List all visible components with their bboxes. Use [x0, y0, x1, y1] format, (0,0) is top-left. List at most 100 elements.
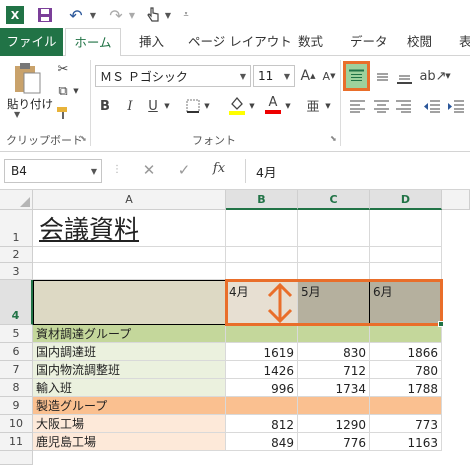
cell-d1[interactable]	[370, 210, 442, 247]
tab-insert[interactable]: 挿入	[137, 28, 166, 56]
cell-c1[interactable]	[298, 210, 370, 247]
column-header-a[interactable]: A	[33, 190, 226, 210]
cell-a3[interactable]	[33, 263, 226, 280]
fill-color-icon[interactable]	[226, 94, 248, 116]
orientation-icon[interactable]: ab↗	[419, 66, 446, 86]
enter-icon[interactable]: ✓	[175, 161, 193, 181]
row-header-11[interactable]: 11	[0, 433, 33, 451]
cut-icon[interactable]: ✂	[54, 60, 72, 78]
tab-home[interactable]: ホーム	[65, 28, 121, 57]
font-color-icon[interactable]: A	[263, 94, 283, 116]
undo-icon[interactable]: ↶	[66, 6, 86, 25]
cell-d9[interactable]	[370, 397, 442, 415]
row-header-8[interactable]: 8	[0, 379, 33, 397]
tab-formulas[interactable]: 数式	[296, 28, 325, 56]
copy-dropdown-icon[interactable]: ▼	[72, 82, 80, 100]
align-center-icon[interactable]	[372, 96, 390, 116]
cell-d11[interactable]: 1163	[370, 433, 442, 451]
fill-color-dropdown-icon[interactable]: ▼	[248, 96, 256, 116]
row-header-3[interactable]: 3	[0, 263, 33, 280]
underline-dropdown-icon[interactable]: ▼	[163, 96, 171, 116]
cell-b5[interactable]	[226, 325, 298, 343]
cell-b7[interactable]: 1426	[226, 361, 298, 379]
cell-c5[interactable]	[298, 325, 370, 343]
cell-c2[interactable]	[298, 247, 370, 263]
worksheet-grid[interactable]: A B C D 1 2 3 4 5 6 7 8 9 10 11 会議資料 4月 …	[0, 190, 470, 465]
orientation-dropdown-icon[interactable]: ▼	[444, 66, 452, 86]
save-icon[interactable]	[36, 6, 54, 24]
border-icon[interactable]	[184, 96, 202, 116]
cell-b11[interactable]: 849	[226, 433, 298, 451]
fill-handle[interactable]	[438, 321, 444, 327]
increase-indent-icon[interactable]	[446, 96, 466, 116]
cell-b9[interactable]	[226, 397, 298, 415]
touch-mode-icon[interactable]	[143, 6, 163, 24]
cell-d6[interactable]: 1866	[370, 343, 442, 361]
font-color-dropdown-icon[interactable]: ▼	[284, 96, 292, 116]
middle-align-icon[interactable]	[372, 66, 392, 86]
row-header-6[interactable]: 6	[0, 343, 33, 361]
font-name-dropdown-icon[interactable]: ▼	[240, 72, 246, 81]
redo-icon[interactable]: ↷	[106, 6, 126, 25]
column-header-e[interactable]	[442, 190, 470, 210]
cell-c6[interactable]: 830	[298, 343, 370, 361]
cell-d2[interactable]	[370, 247, 442, 263]
row-header-2[interactable]: 2	[0, 247, 33, 263]
border-dropdown-icon[interactable]: ▼	[203, 96, 211, 116]
underline-button[interactable]: U	[144, 96, 162, 116]
font-size-box[interactable]: 11 ▼	[253, 65, 295, 87]
cell-a2[interactable]	[33, 247, 226, 263]
row-header-7[interactable]: 7	[0, 361, 33, 379]
cell-a5[interactable]: 資材調達グループ	[33, 325, 226, 343]
column-header-d[interactable]: D	[370, 190, 442, 210]
name-box[interactable]: B4 ▼	[4, 159, 102, 183]
font-size-dropdown-icon[interactable]: ▼	[284, 72, 290, 81]
cell-a9[interactable]: 製造グループ	[33, 397, 226, 415]
row-header-5[interactable]: 5	[0, 325, 33, 343]
tab-page-layout[interactable]: ページ レイアウト	[186, 28, 294, 56]
row-header-10[interactable]: 10	[0, 415, 33, 433]
cell-c11[interactable]: 776	[298, 433, 370, 451]
cell-b8[interactable]: 996	[226, 379, 298, 397]
cell-a10[interactable]: 大阪工場	[33, 415, 226, 433]
font-launcher-icon[interactable]: ⬊	[330, 134, 337, 143]
align-left-icon[interactable]	[348, 96, 366, 116]
row-header-12[interactable]	[0, 451, 33, 465]
tab-view[interactable]: 表	[457, 28, 470, 56]
cell-c10[interactable]: 1290	[298, 415, 370, 433]
touch-dropdown-icon[interactable]: ▼	[163, 6, 173, 24]
cell-a7[interactable]: 国内物流調整班	[33, 361, 226, 379]
bottom-align-icon[interactable]	[394, 66, 414, 86]
cell-a1-title[interactable]: 会議資料	[33, 210, 226, 247]
undo-dropdown-icon[interactable]: ▼	[88, 6, 98, 24]
tab-file[interactable]: ファイル	[0, 28, 63, 56]
cell-a8[interactable]: 輸入班	[33, 379, 226, 397]
cell-b3[interactable]	[226, 263, 298, 280]
cell-c4[interactable]: 5月	[298, 280, 370, 325]
bold-button[interactable]: B	[96, 96, 114, 116]
cell-a11[interactable]: 鹿児島工場	[33, 433, 226, 451]
grow-font-icon[interactable]: A ▲	[299, 66, 317, 86]
font-name-box[interactable]: ＭＳ Ｐゴシック ▼	[95, 65, 251, 87]
cell-d8[interactable]: 1788	[370, 379, 442, 397]
cell-c3[interactable]	[298, 263, 370, 280]
redo-dropdown-icon[interactable]: ▼	[127, 6, 137, 24]
cell-b6[interactable]: 1619	[226, 343, 298, 361]
paste-icon[interactable]	[10, 60, 44, 96]
italic-button[interactable]: I	[121, 96, 139, 116]
cell-a4[interactable]	[33, 280, 226, 325]
customize-qat-icon[interactable]: ⩡	[180, 6, 192, 24]
phonetic-dropdown-icon[interactable]: ▼	[324, 96, 332, 116]
align-right-icon[interactable]	[394, 96, 412, 116]
cell-d10[interactable]: 773	[370, 415, 442, 433]
format-painter-icon[interactable]	[54, 104, 72, 122]
row-header-1[interactable]: 1	[0, 210, 33, 247]
insert-function-icon[interactable]: fx	[208, 161, 230, 181]
select-all-corner[interactable]	[0, 190, 33, 210]
cell-b1[interactable]	[226, 210, 298, 247]
row-header-9[interactable]: 9	[0, 397, 33, 415]
column-header-b[interactable]: B	[226, 190, 298, 210]
cell-c9[interactable]	[298, 397, 370, 415]
cell-c8[interactable]: 1734	[298, 379, 370, 397]
column-header-c[interactable]: C	[298, 190, 370, 210]
